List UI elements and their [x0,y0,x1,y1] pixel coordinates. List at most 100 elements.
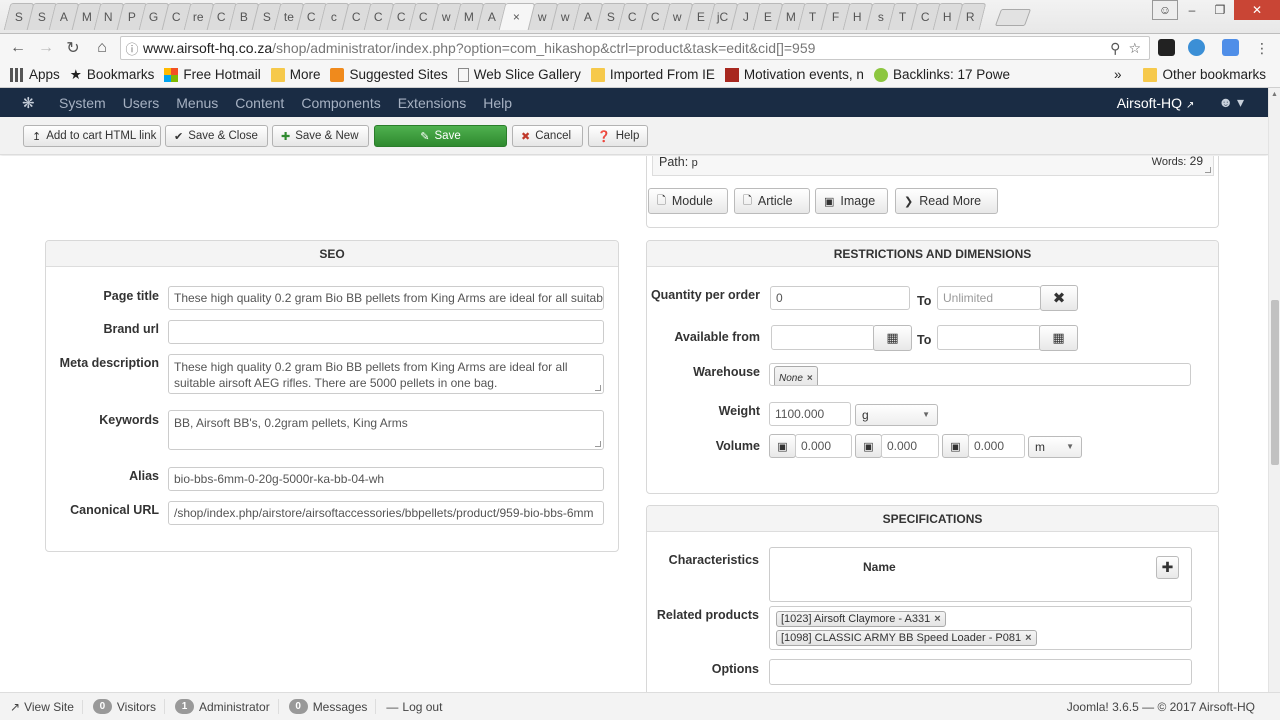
remove-icon[interactable]: × [934,613,940,625]
user-menu-icon[interactable]: ☻ ▾ [1218,94,1244,111]
messages-badge: 0 [288,699,308,714]
minus-icon: — [386,699,399,714]
volume-width-input[interactable]: 0.000 [881,434,939,458]
extension-check-icon[interactable] [1158,39,1175,56]
cancel-button[interactable]: ✖ Cancel [512,125,583,147]
weight-input[interactable]: 1100.000 [769,402,851,426]
keywords-textarea[interactable]: BB, Airsoft BB's, 0.2gram pellets, King … [168,410,604,450]
close-window-icon[interactable]: ✕ [1234,0,1280,20]
meta-description-label: Meta description [59,356,159,370]
zoom-icon[interactable]: ⚲ [1110,40,1120,57]
messages-link[interactable]: 0 Messages [288,699,377,714]
back-icon[interactable]: ← [8,38,28,58]
bookmark-backlinks[interactable]: Backlinks: 17 Powe [873,67,1010,82]
quantity-max-input[interactable]: Unlimited [937,286,1041,310]
editor-read-more-button[interactable]: ❯ Read More [895,188,998,214]
new-tab-button[interactable] [994,9,1032,26]
restore-icon[interactable]: ❐ [1206,0,1234,20]
alias-label: Alias [129,469,159,483]
resize-handle-icon[interactable] [595,441,601,447]
remove-icon[interactable]: × [807,373,813,384]
save-button[interactable]: ✎ Save [374,125,507,147]
meta-description-textarea[interactable]: These high quality 0.2 gram Bio BB pelle… [168,354,604,394]
editor-image-button[interactable]: ▣ Image [815,188,888,214]
bookmark-bookmarks[interactable]: ★ Bookmarks [70,67,155,83]
menu-content[interactable]: Content [235,95,284,111]
image-icon: ▣ [824,195,835,208]
menu-system[interactable]: System [59,95,106,111]
file-add-icon: 🗋 [657,194,666,207]
menu-help[interactable]: Help [483,95,512,111]
volume-height-input[interactable]: 0.000 [968,434,1025,458]
chrome-menu-icon[interactable]: ⋮ [1252,38,1272,58]
extension-cloud-icon[interactable] [1188,39,1205,56]
save-new-button[interactable]: ✚ Save & New [272,125,369,147]
minimize-icon[interactable]: – [1178,0,1206,20]
extension-c-icon[interactable] [1222,39,1239,56]
add-to-cart-html-button[interactable]: ↥ Add to cart HTML link [23,125,161,147]
joomla-logo-icon[interactable]: ❋ [22,94,42,112]
bookmark-other[interactable]: Other bookmarks [1143,67,1266,82]
weight-unit-select[interactable]: g ▼ [855,404,938,426]
logout-link[interactable]: — Log out [386,700,450,714]
bookmark-free-hotmail[interactable]: Free Hotmail [164,67,261,82]
chrome-user-icon[interactable]: ☺ [1152,0,1178,20]
scroll-up-icon[interactable]: ▲ [1271,91,1278,98]
site-name-link[interactable]: Airsoft-HQ ↗ [1117,95,1195,111]
suggested-sites-icon [330,67,345,82]
bookmark-web-slice-gallery[interactable]: Web Slice Gallery [457,67,581,82]
home-icon[interactable]: ⌂ [92,38,112,58]
page-scrollbar[interactable]: ▲ [1268,88,1280,692]
help-button[interactable]: ❓ Help [588,125,648,147]
editor-article-button[interactable]: 🗋 Article [734,188,810,214]
length-icon-addon: ▣ [769,434,796,458]
bookmark-star-icon[interactable]: ☆ [1128,40,1141,57]
save-close-button[interactable]: ✔ Save & Close [165,125,268,147]
check-icon: ✔ [174,130,184,143]
address-bar[interactable]: ⓘ www.airsoft-hq.co.za/shop/administrato… [120,36,1150,60]
bookmark-more[interactable]: More [270,67,320,82]
bookmark-imported-from-ie[interactable]: Imported From IE [590,67,715,82]
volume-unit-select[interactable]: m ▼ [1028,436,1082,458]
available-to-input[interactable] [937,325,1041,350]
bookmark-apps[interactable]: Apps [10,67,60,82]
menu-components[interactable]: Components [301,95,380,111]
apps-grid-icon [10,67,24,82]
menu-menus[interactable]: Menus [176,95,218,111]
volume-length-input[interactable]: 0.000 [795,434,852,458]
brand-url-input[interactable] [168,320,604,344]
view-site-link[interactable]: ↗ View Site [10,699,83,714]
bookmark-suggested-sites[interactable]: Suggested Sites [330,67,448,82]
scrollbar-thumb[interactable] [1271,300,1279,465]
add-characteristic-button[interactable]: ✚ [1156,556,1179,579]
canonical-url-input[interactable]: /shop/index.php/airstore/airsoftaccessor… [168,501,604,525]
related-products-select[interactable]: [1023] Airsoft Claymore - A331 × [1098] C… [769,606,1192,650]
bookmarks-overflow[interactable]: » [1114,67,1122,82]
forward-icon[interactable]: → [36,38,56,58]
options-box[interactable] [769,659,1192,685]
visitors-link[interactable]: 0 Visitors [92,699,165,714]
menu-extensions[interactable]: Extensions [398,95,466,111]
site-info-icon[interactable]: ⓘ [121,39,143,58]
available-to-calendar-button[interactable]: ▦ [1039,325,1078,351]
box-width-icon: ▣ [863,440,874,453]
available-from-input[interactable] [771,325,875,350]
administrator-link[interactable]: 1 Administrator [175,699,279,714]
resize-handle-icon[interactable] [1205,167,1211,173]
editor-statusbar: Path: p Words: 29 [652,156,1214,176]
alias-input[interactable]: bio-bbs-6mm-0-20g-5000r-ka-bb-04-wh [168,467,604,491]
warehouse-select[interactable]: None × [769,363,1191,386]
page-title-input[interactable]: These high quality 0.2 gram Bio BB pelle… [168,286,604,310]
editor-module-button[interactable]: 🗋 Module [648,188,728,214]
available-from-calendar-button[interactable]: ▦ [873,325,912,351]
remove-icon[interactable]: × [1025,632,1031,644]
menu-users[interactable]: Users [123,95,160,111]
characteristics-table: Name ✚ [769,547,1192,602]
reload-icon[interactable]: ↻ [63,38,83,58]
bookmark-motivation-events[interactable]: Motivation events, n [724,67,864,82]
footer-copyright: Joomla! 3.6.5 — © 2017 Airsoft-HQ [1066,699,1255,714]
clear-max-button[interactable]: ✖ [1040,285,1078,311]
folder-icon [590,67,605,82]
resize-handle-icon[interactable] [595,385,601,391]
quantity-min-input[interactable]: 0 [770,286,910,310]
